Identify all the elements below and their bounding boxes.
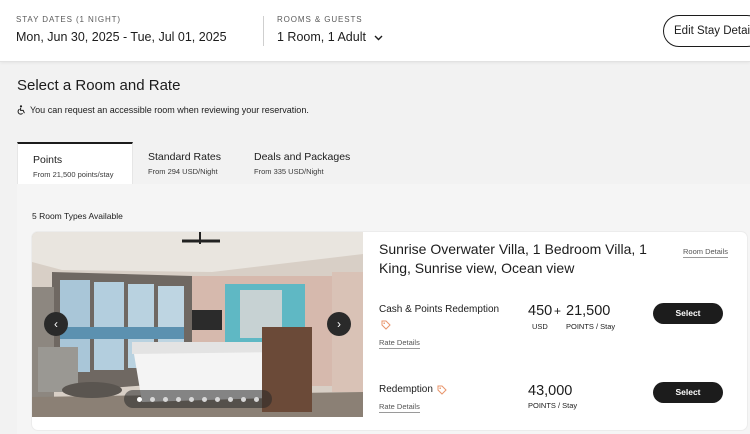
arrow-left-icon[interactable]: ‹ [44,312,68,336]
redemption-points-unit: POINTS / Stay [528,401,578,410]
rooms-guests-label: ROOMS & GUESTS [277,15,363,24]
points-unit: POINTS / Stay [566,322,616,331]
page-title: Select a Room and Rate [17,77,181,94]
room-count: 5 Room Types Available [32,211,123,221]
redemption-points-amount: 43,000 [528,383,573,399]
rate-details-link[interactable]: Rate Details [379,402,420,413]
carousel-dot[interactable] [176,396,181,402]
carousel-dot[interactable] [215,396,220,402]
tab-points-subtitle: From 21,500 points/stay [33,170,114,179]
rooms-guests-value: 1 Room, 1 Adult [277,30,366,44]
rate-name-cash-points: Cash & Points Redemption [379,304,500,315]
tab-points-title: Points [33,154,63,166]
carousel-dot[interactable] [189,396,194,402]
carousel-dot[interactable] [137,396,142,402]
rooms-panel: 5 Room Types Available ‹ › Sunrise Overw… [17,184,750,434]
rooms-guests-selector[interactable]: 1 Room, 1 Adult [277,30,383,44]
cash-unit: USD [532,322,548,331]
select-redemption-button[interactable]: Select [653,382,723,403]
header-divider [263,16,264,46]
plus-sign: + [554,304,562,318]
tab-standard-rates-subtitle: From 294 USD/Night [148,167,218,176]
cash-amount: 450 [528,303,553,319]
room-photo-carousel[interactable]: ‹ › [32,232,363,417]
tab-standard-rates-title: Standard Rates [148,151,221,163]
stay-dates-value[interactable]: Mon, Jun 30, 2025 - Tue, Jul 01, 2025 [16,30,227,44]
points-amount: 21,500 [566,303,611,319]
accessible-room-text: You can request an accessible room when … [30,105,309,115]
room-card: ‹ › Sunrise Overwater Villa, 1 Bedroom V… [32,232,747,430]
carousel-dot[interactable] [241,396,246,402]
tag-icon [381,320,391,330]
tab-deals-packages[interactable]: Deals and Packages From 335 USD/Night [239,142,369,185]
room-details-link[interactable]: Room Details [683,247,729,258]
accessible-icon [17,105,25,115]
rate-details-link[interactable]: Rate Details [379,338,420,349]
select-cash-points-button[interactable]: Select [653,303,723,324]
carousel-dot[interactable] [163,396,168,402]
carousel-dot[interactable] [202,396,207,402]
rate-name-redemption: Redemption [379,384,447,395]
accessible-room-note: You can request an accessible room when … [17,105,309,115]
carousel-dot[interactable] [150,396,155,402]
stay-dates-label: STAY DATES (1 NIGHT) [16,15,121,24]
chevron-down-icon [374,35,383,41]
stay-header: STAY DATES (1 NIGHT) Mon, Jun 30, 2025 -… [0,0,750,62]
room-name: Sunrise Overwater Villa, 1 Bedroom Villa… [379,241,647,276]
tab-points[interactable]: Points From 21,500 points/stay [17,142,133,185]
carousel-dots [124,390,272,408]
edit-stay-details-button[interactable]: Edit Stay Details [663,15,750,47]
arrow-right-icon[interactable]: › [327,312,351,336]
carousel-dot[interactable] [254,396,259,402]
tab-standard-rates[interactable]: Standard Rates From 294 USD/Night [133,142,239,185]
tab-deals-packages-title: Deals and Packages [254,151,351,163]
tag-icon [437,385,447,395]
carousel-dot[interactable] [228,396,233,402]
tab-deals-packages-subtitle: From 335 USD/Night [254,167,324,176]
rate-name-redemption-text: Redemption [379,384,433,395]
